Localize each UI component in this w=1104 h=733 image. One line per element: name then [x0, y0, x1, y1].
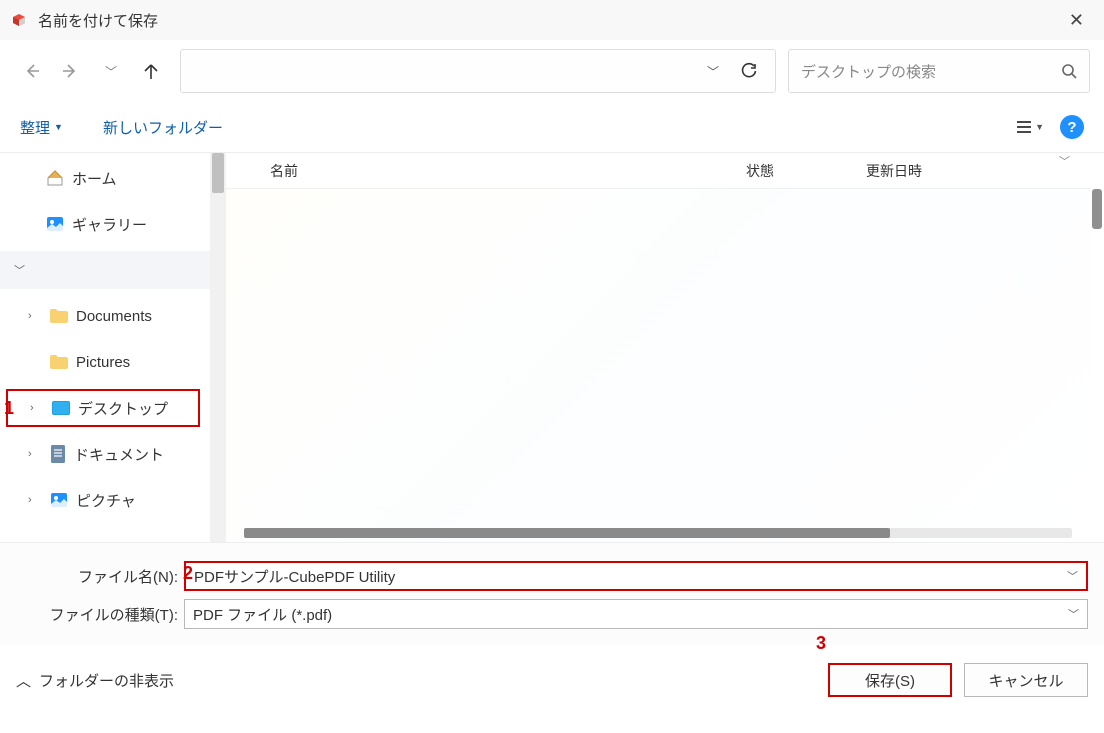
picture-icon: [50, 491, 68, 509]
file-scrollbar-horizontal[interactable]: [244, 528, 1072, 538]
home-icon: [46, 169, 64, 187]
sidebar-item-document-jp[interactable]: › ドキュメント: [0, 435, 210, 473]
file-list[interactable]: [226, 189, 1090, 542]
organize-button[interactable]: 整理 ▼: [20, 117, 63, 138]
gallery-icon: [46, 215, 64, 233]
sidebar-item-expanded[interactable]: ﹀: [0, 251, 210, 289]
hide-folders-button[interactable]: ︿ フォルダーの非表示: [16, 670, 174, 691]
file-scrollbar-vertical[interactable]: [1090, 153, 1104, 542]
folder-icon: [50, 355, 68, 369]
app-icon: [10, 11, 28, 29]
search-placeholder: デスクトップの検索: [801, 61, 1061, 82]
navbar: ﹀ ﹀ デスクトップの検索: [0, 40, 1104, 102]
file-pane: 名前 状態 更新日時 ﹀: [226, 153, 1090, 542]
sort-indicator-icon: ﹀: [1059, 153, 1070, 169]
chevron-right-icon: ›: [28, 448, 42, 460]
scrollbar-thumb[interactable]: [244, 528, 890, 538]
column-headers: 名前 状態 更新日時 ﹀: [226, 153, 1090, 189]
window-title: 名前を付けて保存: [38, 10, 158, 31]
up-button[interactable]: [134, 54, 168, 88]
scrollbar-thumb[interactable]: [212, 153, 224, 193]
footer: ︿ フォルダーの非表示 3 保存(S) キャンセル: [0, 645, 1104, 713]
back-button[interactable]: [14, 54, 48, 88]
chevron-right-icon: ›: [28, 310, 42, 322]
bottom-panel: ファイル名(N): 2 PDFサンプル-CubePDF Utility ﹀ ファ…: [0, 542, 1104, 645]
search-input[interactable]: デスクトップの検索: [788, 49, 1090, 93]
chevron-down-icon: ﹀: [14, 262, 28, 278]
search-icon: [1061, 63, 1077, 79]
help-button[interactable]: ?: [1060, 115, 1084, 139]
scrollbar-thumb[interactable]: [1092, 189, 1102, 229]
sidebar-item-desktop[interactable]: › デスクトップ: [6, 389, 200, 427]
body-area: ホーム ギャラリー ﹀ › Documents › Pictures 1 › デ…: [0, 152, 1104, 542]
sidebar-item-picture-jp[interactable]: › ピクチャ: [0, 481, 210, 519]
new-folder-button[interactable]: 新しいフォルダー: [103, 117, 223, 138]
chevron-right-icon: ›: [30, 402, 44, 414]
filename-label: ファイル名(N):: [16, 566, 178, 587]
sidebar-item-pictures[interactable]: › Pictures: [0, 343, 210, 381]
column-name[interactable]: 名前: [270, 161, 746, 181]
sidebar-item-gallery[interactable]: ギャラリー: [0, 205, 210, 243]
view-options-button[interactable]: ▼: [1015, 118, 1044, 136]
cancel-button[interactable]: キャンセル: [964, 663, 1088, 697]
address-dropdown-icon[interactable]: ﹀: [695, 63, 731, 80]
refresh-button[interactable]: [731, 62, 767, 80]
address-bar[interactable]: ﹀: [180, 49, 776, 93]
filetype-label: ファイルの種類(T):: [16, 604, 178, 625]
folder-icon: [50, 309, 68, 323]
toolbar: 整理 ▼ 新しいフォルダー ▼ ?: [0, 102, 1104, 152]
document-icon: [50, 445, 66, 463]
recent-dropdown[interactable]: ﹀: [94, 54, 128, 88]
titlebar: 名前を付けて保存 ✕: [0, 0, 1104, 40]
save-button[interactable]: 保存(S): [828, 663, 952, 697]
desktop-icon: [52, 401, 70, 415]
close-button[interactable]: ✕: [1059, 6, 1094, 35]
forward-button[interactable]: [54, 54, 88, 88]
chevron-right-icon: ›: [28, 494, 42, 506]
sidebar-scrollbar[interactable]: [210, 153, 226, 542]
sidebar-item-home[interactable]: ホーム: [0, 159, 210, 197]
filename-input[interactable]: PDFサンプル-CubePDF Utility ﹀: [184, 561, 1088, 591]
sidebar: ホーム ギャラリー ﹀ › Documents › Pictures 1 › デ…: [0, 153, 210, 542]
sidebar-item-documents[interactable]: › Documents: [0, 297, 210, 335]
column-modified[interactable]: 更新日時 ﹀: [866, 161, 1090, 181]
chevron-down-icon[interactable]: ﹀: [1067, 568, 1078, 584]
column-status[interactable]: 状態: [746, 161, 866, 181]
chevron-down-icon[interactable]: ﹀: [1068, 606, 1079, 622]
filetype-select[interactable]: PDF ファイル (*.pdf) ﹀: [184, 599, 1088, 629]
chevron-up-icon: ︿: [16, 670, 31, 691]
